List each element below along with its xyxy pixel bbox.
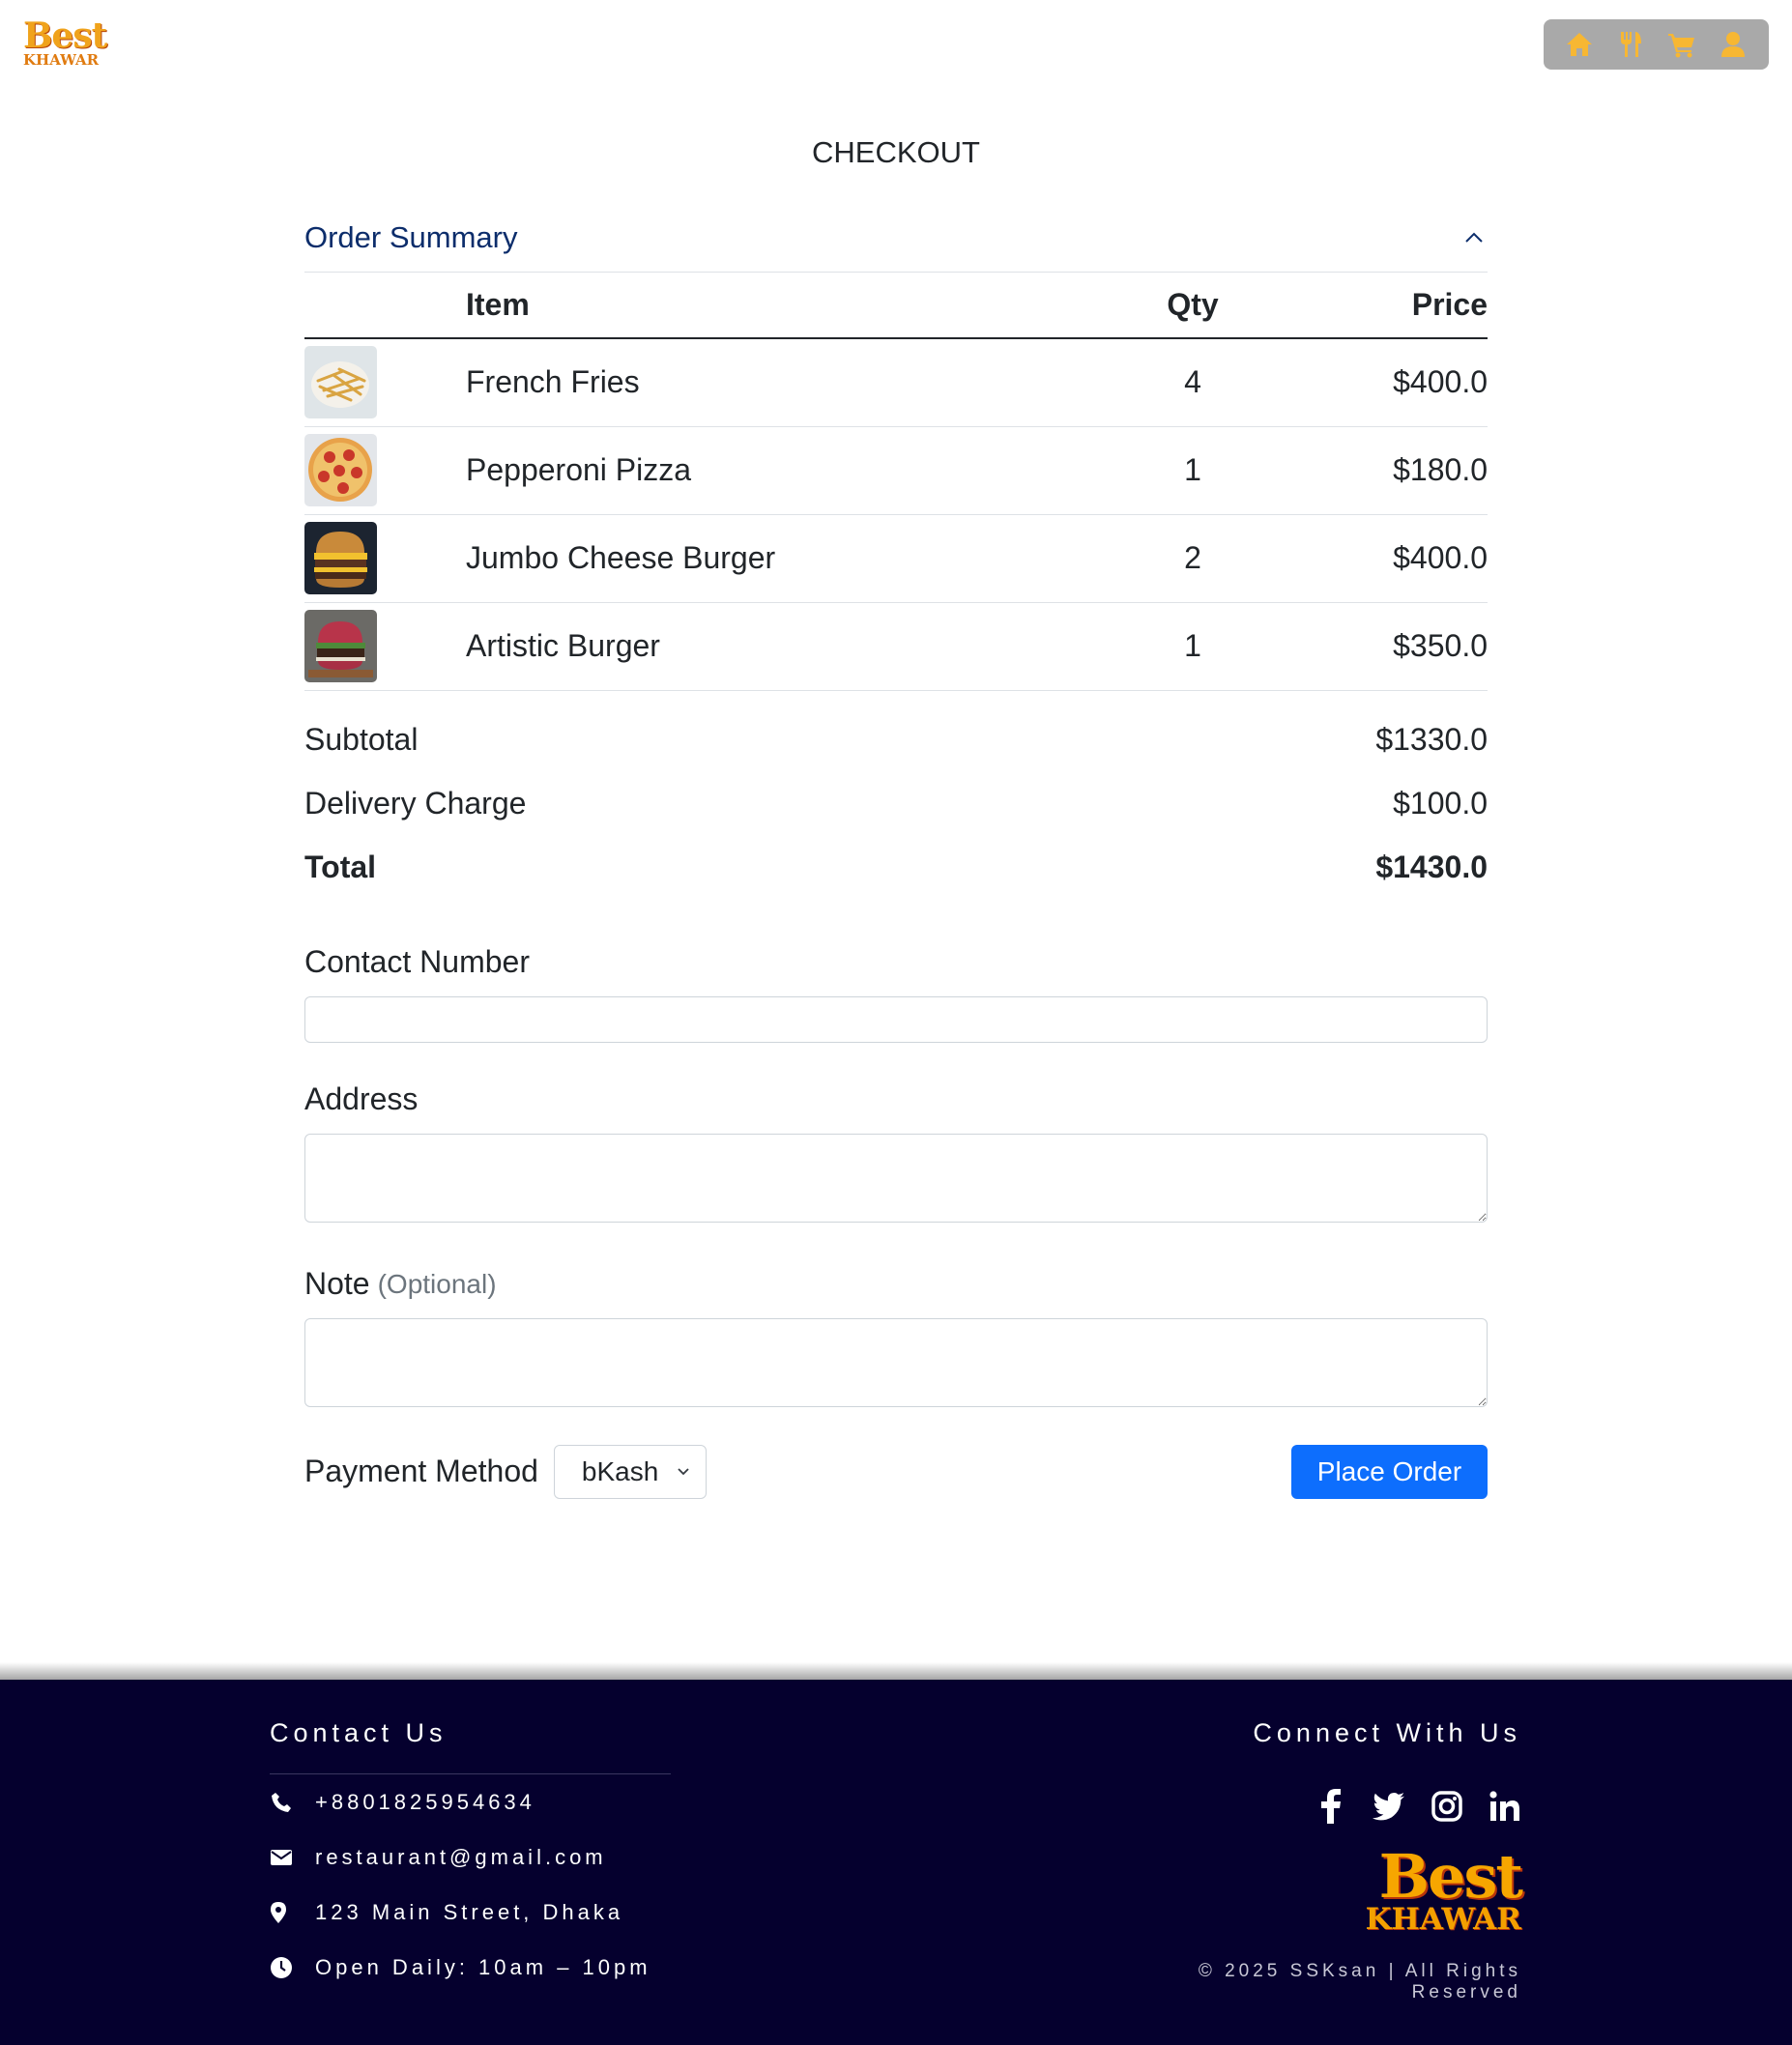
site-footer: Contact Us +8801825954634 restaurant@gma… <box>0 1680 1792 2045</box>
item-price: $180.0 <box>1265 426 1488 515</box>
subtotal-label: Subtotal <box>304 722 419 757</box>
note-textarea[interactable] <box>304 1317 1488 1407</box>
footer-brand-logo: Best KHAWAR <box>1365 1841 1523 1937</box>
note-label-wrap: Note (Optional) <box>304 1260 1488 1309</box>
address-label: Address <box>304 1081 419 1116</box>
pepperoni-pizza-image <box>304 434 377 506</box>
facebook-icon[interactable] <box>1315 1789 1347 1824</box>
order-summary-header[interactable]: Order Summary <box>304 203 1488 273</box>
brand-logo-line1: Best <box>23 15 107 56</box>
phone-icon <box>270 1791 315 1814</box>
table-row: Artistic Burger 1 $350.0 <box>304 602 1488 691</box>
contact-hours-text: Open Daily: 10am – 10pm <box>315 1954 651 1979</box>
envelope-icon <box>270 1849 315 1866</box>
subtotal-value: $1330.0 <box>1375 722 1488 757</box>
map-pin-icon <box>270 1901 315 1924</box>
instagram-icon[interactable] <box>1431 1789 1463 1824</box>
table-row: Pepperoni Pizza 1 $180.0 <box>304 426 1488 515</box>
order-items-table: Item Qty Price French Fries 4 $400.0 Pep… <box>304 273 1488 691</box>
column-header-item: Item <box>466 273 1120 339</box>
item-qty: 2 <box>1120 514 1265 603</box>
subtotal-row: Subtotal $1330.0 <box>304 708 1488 772</box>
item-name: Jumbo Cheese Burger <box>466 514 1120 603</box>
nav-profile-button[interactable] <box>1714 25 1752 64</box>
connect-heading: Connect With Us <box>1253 1718 1521 1747</box>
copyright-text: © 2025 SSKsan | All Rights Reserved <box>1198 1961 1521 2002</box>
item-qty: 4 <box>1120 338 1265 427</box>
checkout-form: Contact Number Address Note (Optional) P… <box>304 938 1488 1499</box>
total-value: $1430.0 <box>1375 850 1488 884</box>
brand-logo[interactable]: Best KHAWAR <box>23 15 110 70</box>
clock-icon <box>270 1956 315 1979</box>
contact-email-text: restaurant@gmail.com <box>315 1844 607 1869</box>
payment-method-label: Payment Method <box>304 1454 538 1488</box>
item-name: Artistic Burger <box>466 602 1120 691</box>
contact-phone[interactable]: +8801825954634 <box>270 1774 671 1829</box>
social-links <box>1115 1789 1521 1824</box>
item-qty: 1 <box>1120 602 1265 691</box>
footer-contact: Contact Us +8801825954634 restaurant@gma… <box>270 1718 671 1995</box>
contact-number-input[interactable] <box>304 995 1488 1043</box>
item-price: $400.0 <box>1265 514 1488 603</box>
contact-address-text: 123 Main Street, Dhaka <box>315 1899 624 1924</box>
twitter-icon[interactable] <box>1373 1789 1405 1824</box>
total-row: Total $1430.0 <box>304 836 1488 900</box>
payment-method-group: Payment Method bKash <box>304 1444 707 1499</box>
footer-logo-line1: Best <box>1378 1841 1523 1912</box>
contact-address: 123 Main Street, Dhaka <box>270 1885 671 1940</box>
utensils-icon <box>1620 32 1641 57</box>
footer-connect: Connect With Us Best KHAWAR © 2025 SSKsa… <box>1115 1718 1523 2003</box>
home-icon <box>1566 33 1592 56</box>
footer-shadow <box>0 1662 1792 1680</box>
table-header-row: Item Qty Price <box>304 273 1488 339</box>
footer-logo-line2: KHAWAR <box>1365 1902 1521 1937</box>
item-price: $400.0 <box>1265 338 1488 427</box>
nav-menu-button[interactable] <box>1611 25 1650 64</box>
order-summary-title: Order Summary <box>304 219 518 254</box>
column-header-qty: Qty <box>1120 273 1265 339</box>
user-icon <box>1721 32 1746 57</box>
order-totals: Subtotal $1330.0 Delivery Charge $100.0 … <box>304 708 1488 900</box>
linkedin-icon[interactable] <box>1489 1789 1521 1824</box>
brand-logo-line2: KHAWAR <box>23 51 100 69</box>
note-group: Note (Optional) <box>304 1260 1488 1412</box>
delivery-label: Delivery Charge <box>304 786 527 821</box>
contact-hours: Open Daily: 10am – 10pm <box>270 1940 671 1995</box>
item-qty: 1 <box>1120 426 1265 515</box>
item-name: Pepperoni Pizza <box>466 426 1120 515</box>
table-row: Jumbo Cheese Burger 2 $400.0 <box>304 514 1488 603</box>
nav-home-button[interactable] <box>1560 25 1599 64</box>
checkout-main: Order Summary Item Qty Price French Frie… <box>304 203 1488 1499</box>
column-header-price: Price <box>1265 273 1488 339</box>
top-nav <box>1544 19 1769 70</box>
nav-cart-button[interactable] <box>1662 25 1701 64</box>
item-name: French Fries <box>466 338 1120 427</box>
contact-heading: Contact Us <box>270 1718 671 1774</box>
chevron-up-icon[interactable] <box>1460 224 1488 251</box>
contact-phone-text: +8801825954634 <box>315 1789 535 1814</box>
table-row: French Fries 4 $400.0 <box>304 338 1488 427</box>
cart-icon <box>1668 34 1695 58</box>
place-order-button[interactable]: Place Order <box>1291 1444 1488 1499</box>
artistic-burger-image <box>304 610 377 682</box>
payment-row: Payment Method bKash Place Order <box>304 1444 1488 1499</box>
page-title: CHECKOUT <box>812 135 980 169</box>
note-label: Note <box>304 1266 370 1301</box>
item-price: $350.0 <box>1265 602 1488 691</box>
address-group: Address <box>304 1076 1488 1227</box>
address-textarea[interactable] <box>304 1133 1488 1223</box>
note-optional-hint: (Optional) <box>377 1268 497 1299</box>
contact-number-label: Contact Number <box>304 944 530 979</box>
payment-method-value: bKash <box>581 1455 659 1486</box>
jumbo-cheese-burger-image <box>304 522 377 594</box>
chevron-down-icon <box>678 1468 689 1476</box>
contact-group: Contact Number <box>304 938 1488 1043</box>
delivery-value: $100.0 <box>1393 786 1488 821</box>
french-fries-image <box>304 346 377 419</box>
payment-method-select[interactable]: bKash <box>553 1444 707 1499</box>
delivery-row: Delivery Charge $100.0 <box>304 772 1488 836</box>
contact-email[interactable]: restaurant@gmail.com <box>270 1829 671 1885</box>
total-label: Total <box>304 850 377 884</box>
